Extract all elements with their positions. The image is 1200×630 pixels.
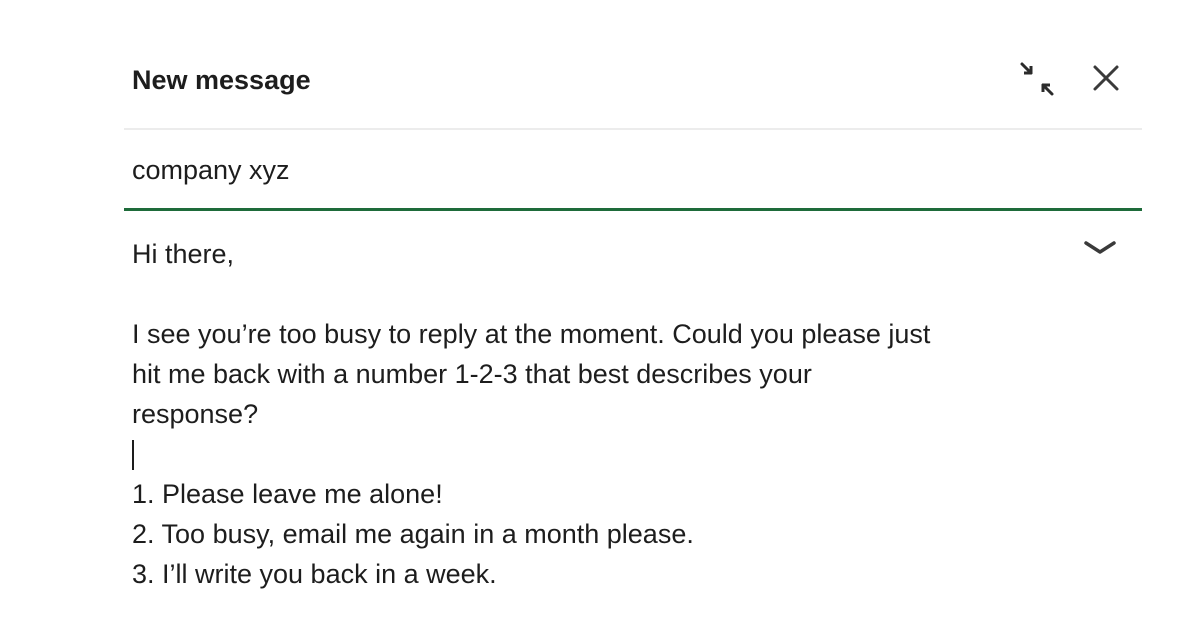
option-item: 1. Please leave me alone! <box>132 479 443 509</box>
chevron-down-icon <box>1084 241 1116 254</box>
compose-window: New message Hi <box>0 0 1200 630</box>
recipient-row <box>124 130 1142 211</box>
recipient-input[interactable] <box>132 152 1032 188</box>
close-icon <box>1093 65 1119 91</box>
collapse-button[interactable] <box>1018 60 1058 100</box>
close-button[interactable] <box>1086 60 1126 100</box>
paragraph-line: response? <box>132 399 259 429</box>
text-caret <box>132 440 134 470</box>
caret-line <box>132 434 1052 474</box>
collapse-arrows-icon <box>1020 62 1054 96</box>
expand-button[interactable] <box>1080 234 1120 264</box>
paragraph-line: hit me back with a number 1-2-3 that bes… <box>132 359 812 389</box>
message-body-area[interactable]: Hi there, I see you’re too busy to reply… <box>124 212 1142 612</box>
greeting-line: Hi there, <box>132 239 235 269</box>
compose-title: New message <box>132 65 311 95</box>
message-body[interactable]: Hi there, I see you’re too busy to reply… <box>132 234 1052 594</box>
paragraph-line: I see you’re too busy to reply at the mo… <box>132 319 931 349</box>
option-item: 3. I’ll write you back in a week. <box>132 559 497 589</box>
compose-header: New message <box>124 50 1142 130</box>
option-item: 2. Too busy, email me again in a month p… <box>132 519 694 549</box>
